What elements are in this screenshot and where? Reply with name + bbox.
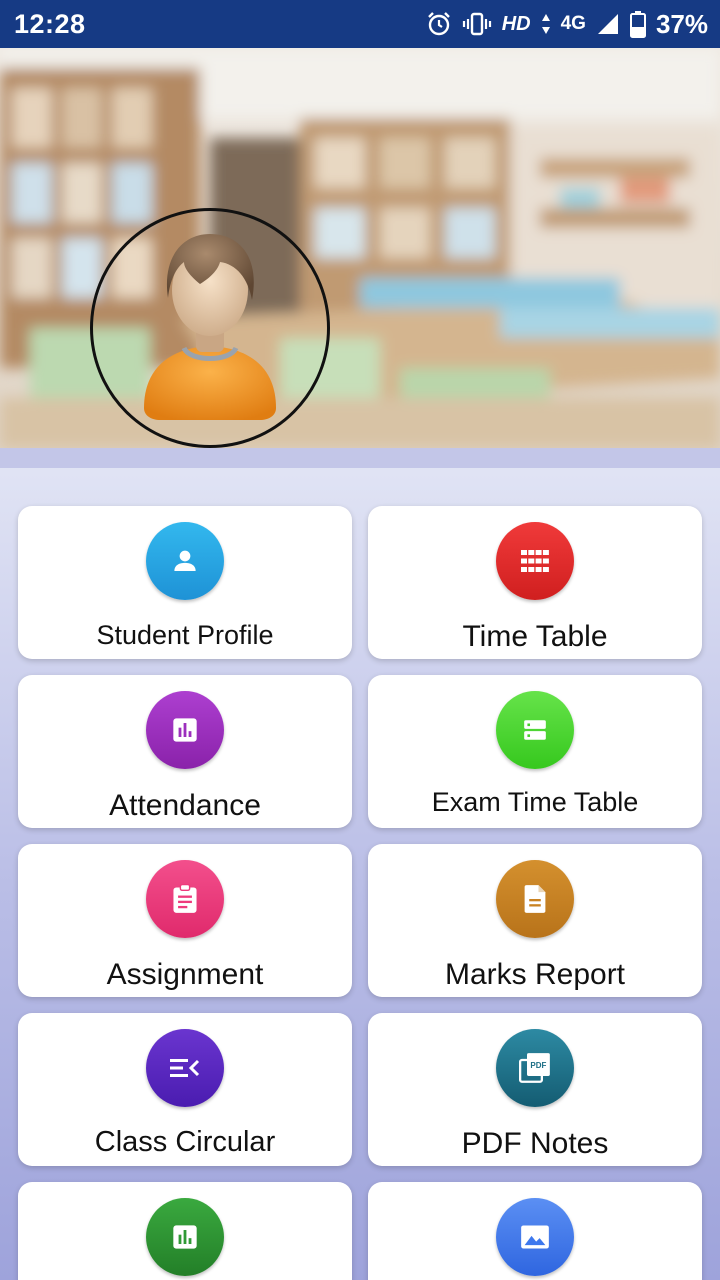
menu-card-report[interactable] (18, 1182, 352, 1280)
bar-chart-icon (146, 691, 224, 769)
menu-grid: Student Profile Time Table Attendance Ex… (18, 506, 702, 1280)
status-bar: 12:28 HD 4G 37% (0, 0, 720, 48)
network-type: 4G (560, 13, 586, 34)
menu-card-pdf-notes[interactable]: PDF PDF Notes (368, 1013, 702, 1166)
menu-card-exam-time-table[interactable]: Exam Time Table (368, 675, 702, 828)
circular-icon (146, 1029, 224, 1107)
menu-label: Assignment (106, 958, 264, 991)
grid-icon (496, 522, 574, 600)
vibrate-icon (462, 11, 492, 37)
list-icon (496, 691, 574, 769)
menu-card-attendance[interactable]: Attendance (18, 675, 352, 828)
status-icons: HD 4G 37% (426, 9, 708, 40)
menu-label: Student Profile (96, 620, 274, 650)
menu-card-class-circular[interactable]: Class Circular (18, 1013, 352, 1166)
menu-card-time-table[interactable]: Time Table (368, 506, 702, 659)
svg-text:PDF: PDF (530, 1061, 546, 1070)
menu-label: Time Table (462, 620, 608, 653)
menu-label: Exam Time Table (431, 787, 639, 817)
clipboard-icon (146, 860, 224, 938)
pdf-icon: PDF (496, 1029, 574, 1107)
data-arrows-icon (541, 12, 551, 36)
header-divider (0, 448, 720, 468)
menu-card-gallery[interactable] (368, 1182, 702, 1280)
menu-card-marks-report[interactable]: Marks Report (368, 844, 702, 997)
menu-card-assignment[interactable]: Assignment (18, 844, 352, 997)
document-icon (496, 860, 574, 938)
avatar-ring[interactable] (90, 208, 330, 448)
battery-level: 37% (655, 8, 708, 39)
bar-chart-icon (146, 1198, 224, 1276)
menu-label: Marks Report (444, 958, 626, 991)
signal-icon (596, 12, 620, 36)
menu-card-student-profile[interactable]: Student Profile (18, 506, 352, 659)
status-time: 12:28 (14, 8, 86, 39)
battery-icon (629, 10, 646, 38)
person-icon (146, 522, 224, 600)
hd-indicator: HD (501, 12, 531, 35)
alarm-icon (426, 11, 452, 37)
menu-label: Attendance (109, 789, 261, 822)
menu-label: PDF Notes (461, 1127, 609, 1160)
image-icon (496, 1198, 574, 1276)
menu-label: Class Circular (94, 1126, 276, 1158)
